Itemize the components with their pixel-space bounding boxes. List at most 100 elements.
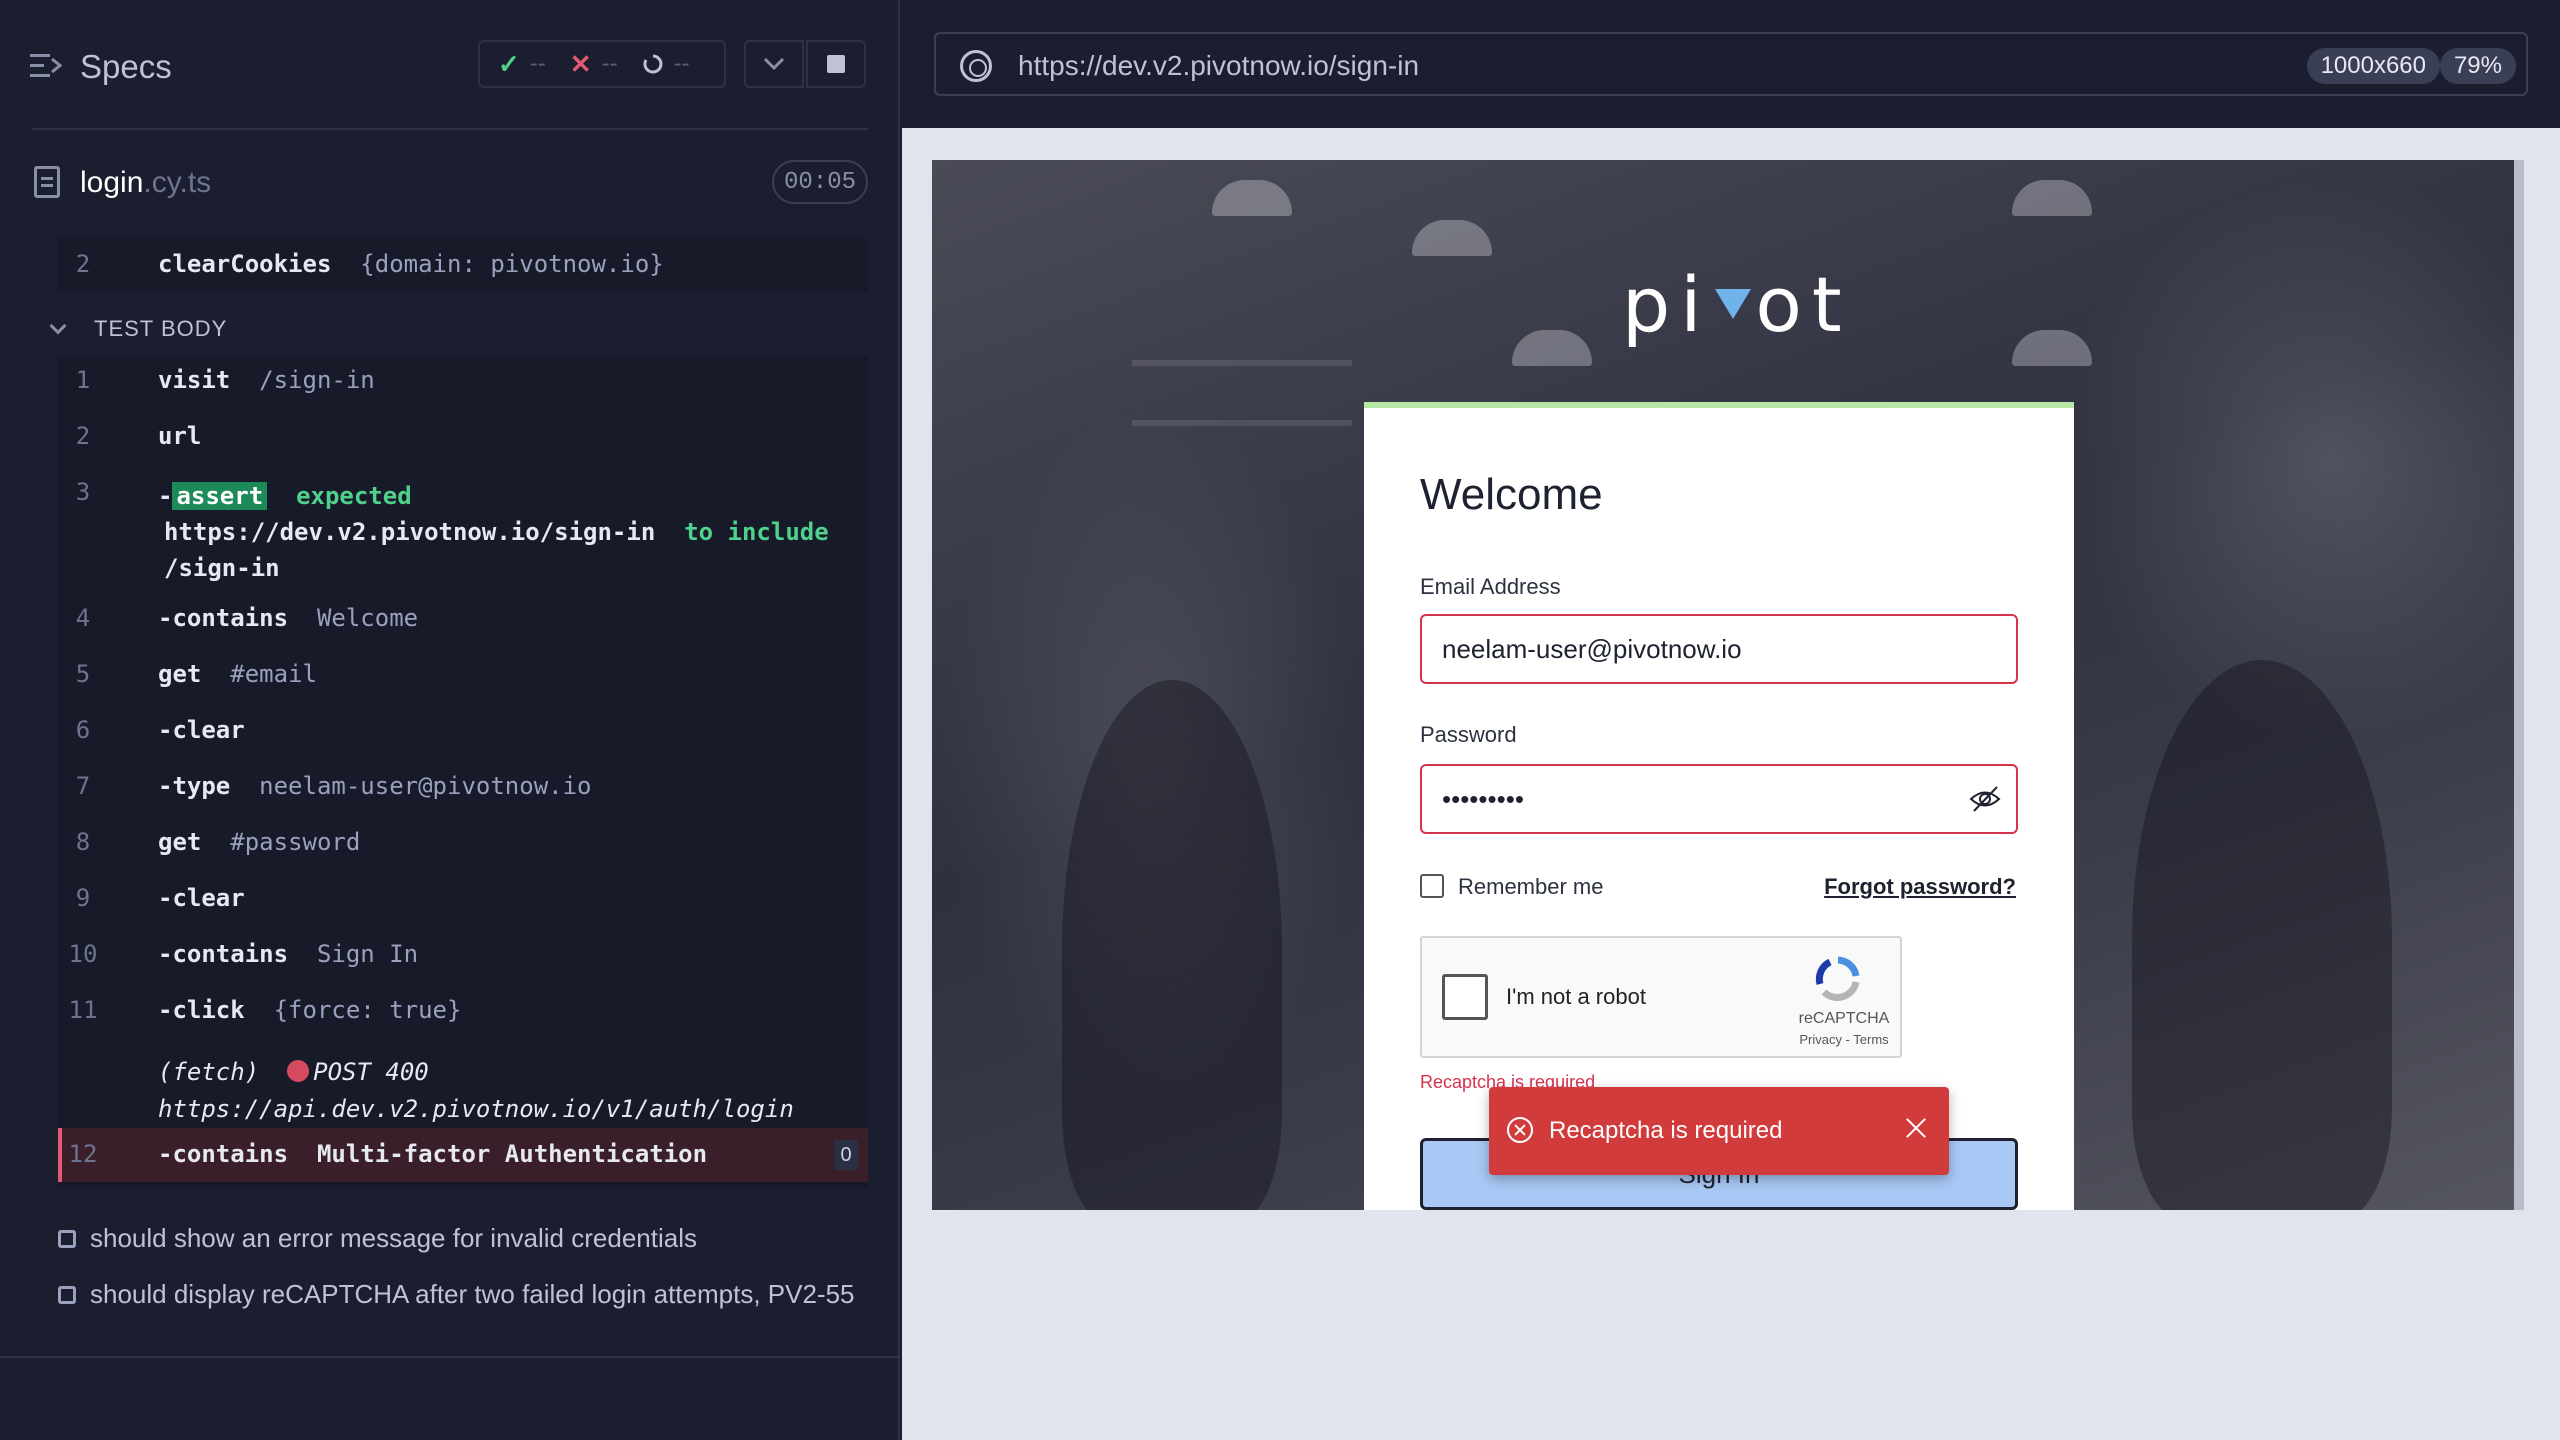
eye-off-icon[interactable] (1968, 784, 2002, 814)
shelf-decor (1132, 420, 1352, 426)
command-name: -clear (158, 716, 245, 744)
viewport-size-badge[interactable]: 1000x660 (2306, 48, 2440, 84)
test-title: should show an error message for invalid… (90, 1223, 697, 1253)
email-field[interactable]: neelam-user@pivotnow.io (1420, 614, 2018, 684)
command-number: 2 (75, 422, 91, 450)
test-body-label: TEST BODY (94, 316, 228, 341)
globe-icon (960, 50, 992, 82)
recaptcha-text: I'm not a robot (1506, 984, 1646, 1009)
test-item[interactable]: should display reCAPTCHA after two faile… (58, 1276, 858, 1312)
password-label: Password (1420, 722, 1517, 747)
command-arg: Sign In (316, 940, 419, 968)
close-icon[interactable] (1903, 1115, 1929, 1141)
command-arg: Welcome (316, 604, 419, 632)
command-name: get #password (158, 828, 360, 856)
assert-badge: assert (172, 482, 268, 510)
command-number: 8 (75, 828, 91, 856)
command-label: contains (172, 1140, 289, 1168)
command-label: contains (172, 940, 289, 968)
password-field[interactable]: ••••••••• (1420, 764, 2018, 834)
command-label: clear (172, 884, 245, 912)
error-toast: Recaptcha is required (1489, 1087, 1949, 1175)
fetch-label: (fetch) (158, 1058, 260, 1086)
command-name: -contains Welcome (158, 604, 419, 632)
error-dot-icon (287, 1060, 310, 1082)
command-name: -contains Sign In (158, 940, 419, 968)
stop-icon (827, 55, 845, 73)
command-number: 3 (75, 478, 91, 506)
options-dropdown-button[interactable] (744, 40, 804, 88)
command-name: -contains Multi-factor Authentication (158, 1140, 708, 1168)
fetch-content: (fetch) POST 400 https://api.dev.v2.pivot… (158, 1054, 794, 1128)
test-title: should display reCAPTCHA after two faile… (90, 1279, 855, 1309)
duration-timer: 00:05 (772, 160, 868, 204)
command-arg: {domain: pivotnow.io} (360, 250, 664, 278)
command-label: click (172, 996, 245, 1024)
command-number: 2 (75, 250, 91, 278)
remember-me-label[interactable]: Remember me (1458, 874, 1603, 900)
zoom-badge[interactable]: 79% (2439, 48, 2516, 84)
command-label: contains (172, 604, 289, 632)
assert-path: /sign-in (164, 554, 280, 582)
command-name: -clear (158, 884, 245, 912)
command-arg: /sign-in (259, 366, 375, 394)
failed-stat: ✕ -- (570, 49, 618, 80)
command-name: get #email (158, 660, 317, 688)
command-number: 10 (68, 940, 98, 968)
test-item[interactable]: should show an error message for invalid… (58, 1220, 858, 1256)
pivot-logo: pi ot (1622, 260, 1852, 349)
test-stats: ✓ -- ✕ -- -- (478, 40, 726, 88)
specs-title[interactable]: Specs (80, 48, 172, 86)
command-label: clearCookies (158, 250, 332, 278)
assert-expected: expected (296, 482, 412, 510)
element-count-badge: 0 (834, 1140, 858, 1170)
command-arg: {force: true} (273, 996, 462, 1024)
command-name: -type neelam-user@pivotnow.io (158, 772, 592, 800)
test-body-toggle[interactable]: TEST BODY (49, 316, 228, 342)
command-label: get (158, 828, 202, 856)
spec-file-name: login.cy.ts (80, 166, 211, 200)
command-label: get (158, 660, 202, 688)
url-bar[interactable]: https://dev.v2.pivotnow.io/sign-in 1000x… (934, 32, 2528, 96)
passed-stat: ✓ -- (498, 49, 546, 80)
command-number: 7 (75, 772, 91, 800)
recaptcha-widget: I'm not a robot reCAPTCHA Privacy - Term… (1420, 936, 1902, 1058)
spec-file-ext: .cy.ts (143, 166, 212, 199)
reporter-header: Specs ✓ -- ✕ -- -- (0, 0, 900, 130)
person-silhouette (1062, 680, 1282, 1210)
fetch-url: https://api.dev.v2.pivotnow.io/v1/auth/l… (158, 1095, 794, 1123)
failed-command-row[interactable]: 12 -contains Multi-factor Authentication… (58, 1128, 868, 1182)
remember-me-checkbox[interactable] (1420, 874, 1444, 898)
chevron-down-icon (763, 57, 785, 71)
command-number: 1 (75, 366, 91, 394)
recaptcha-checkbox[interactable] (1442, 974, 1488, 1020)
forgot-password-link[interactable]: Forgot password? (1824, 874, 2016, 900)
command-arg: #email (230, 660, 317, 688)
reporter-panel: Specs ✓ -- ✕ -- -- login.cy.ts 00:05 2 c… (0, 0, 900, 1440)
file-icon (34, 166, 60, 198)
runner-panel: https://dev.v2.pivotnow.io/sign-in 1000x… (902, 0, 2560, 1440)
command-number: 12 (68, 1140, 98, 1168)
spec-file-row[interactable]: login.cy.ts (0, 150, 900, 216)
assert-content: - assert expected https://dev.v2.pivotnow… (158, 482, 829, 582)
toast-message: Recaptcha is required (1549, 1117, 1783, 1144)
logo-v-mark (1715, 289, 1752, 319)
assert-row[interactable]: 3 - assert expected https://dev.v2.pivotn… (58, 478, 868, 582)
specs-list-icon[interactable] (30, 52, 64, 80)
command-name: visit /sign-in (158, 366, 375, 394)
app-under-test-frame: pi ot Welcome Email Address neelam-user@p… (932, 160, 2524, 1210)
scrollbar[interactable] (2514, 160, 2524, 1210)
command-number: 5 (75, 660, 91, 688)
command-label: type (172, 772, 231, 800)
recaptcha-links[interactable]: Privacy - Terms (1794, 1032, 1894, 1047)
x-icon: ✕ (569, 48, 592, 79)
error-circle-icon (1507, 1117, 1533, 1143)
stop-button[interactable] (806, 40, 866, 88)
command-name: url (158, 422, 202, 450)
url-text[interactable]: https://dev.v2.pivotnow.io/sign-in (1018, 50, 1419, 82)
pending-test-icon (58, 1230, 76, 1248)
command-number: 9 (75, 884, 91, 912)
welcome-heading: Welcome (1420, 470, 1603, 519)
command-number: 11 (68, 996, 98, 1024)
command-name: clearCookies {domain: pivotnow.io} (158, 250, 664, 278)
